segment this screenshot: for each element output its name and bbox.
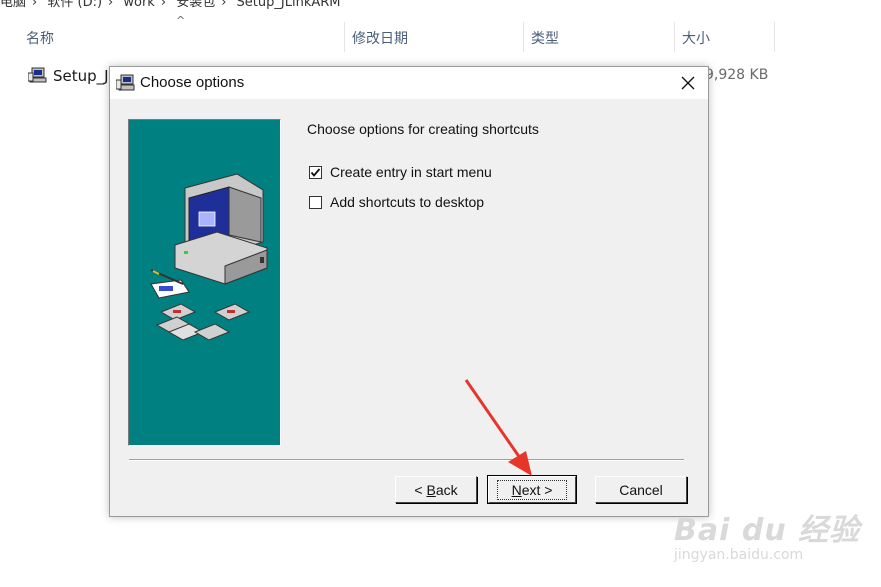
watermark-brand: Bai du 经验: [674, 513, 861, 548]
red-arrow-annotation: [464, 379, 532, 476]
watermark-url: jingyan.baidu.com: [674, 547, 804, 563]
watermark: Bai du 经验 jingyan.baidu.com: [674, 505, 860, 563]
